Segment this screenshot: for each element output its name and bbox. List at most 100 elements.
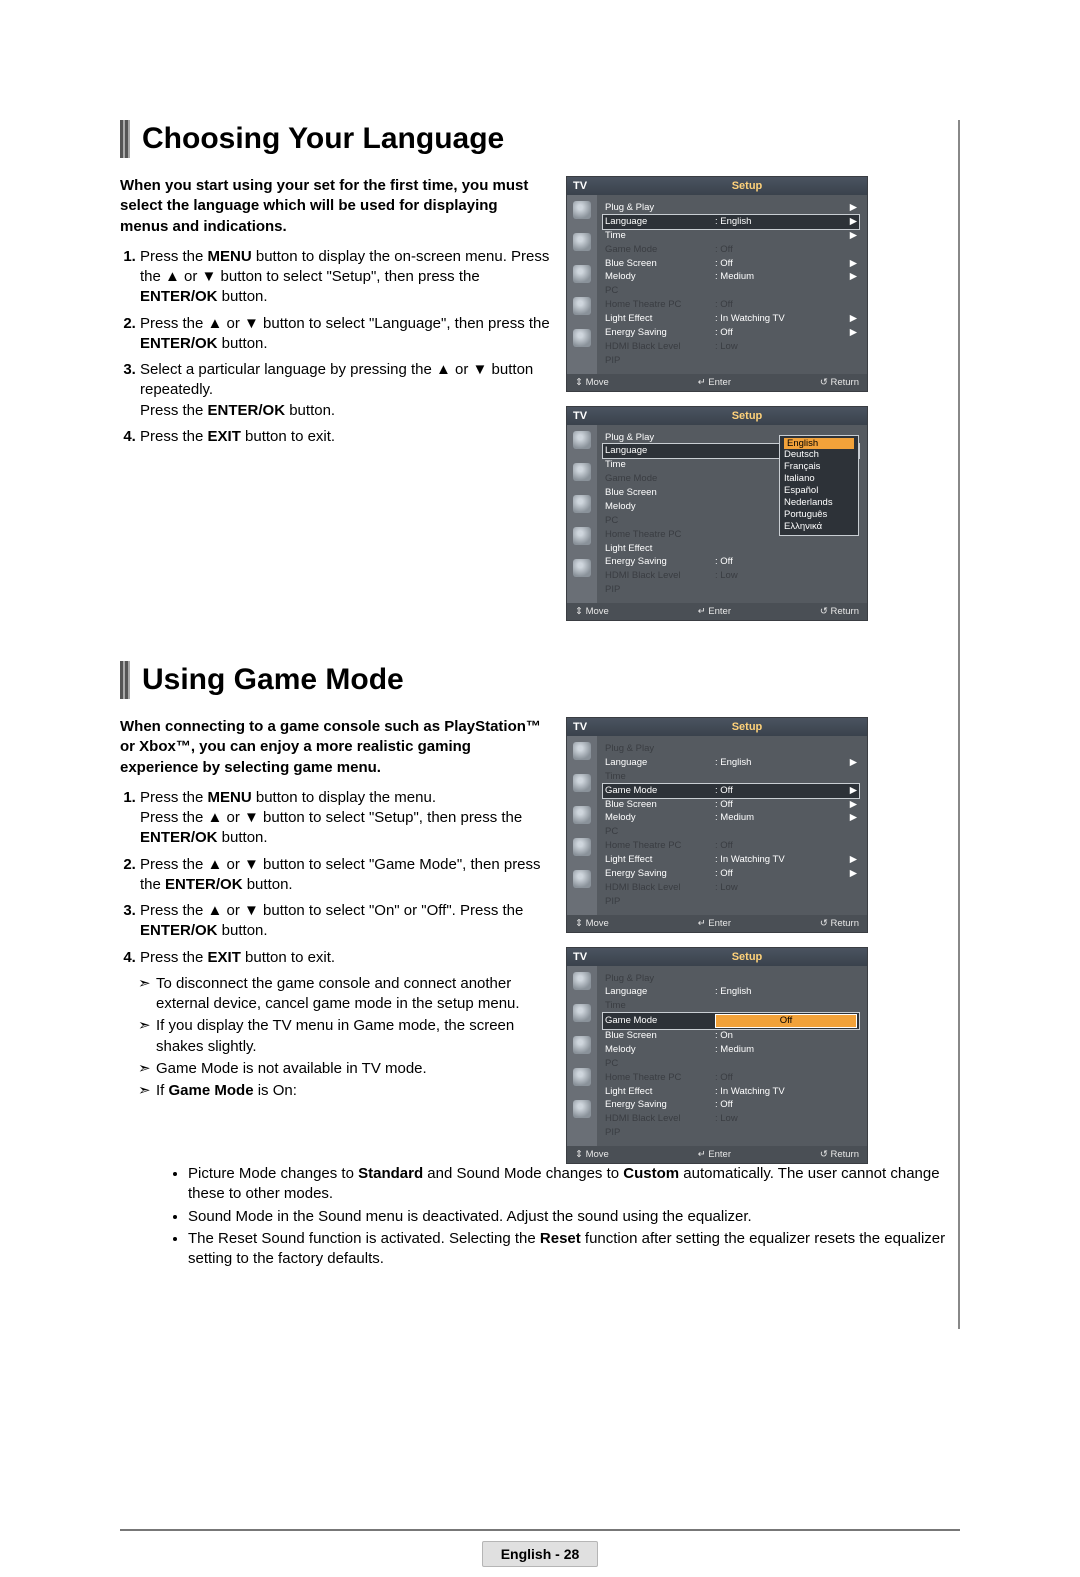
osd-row-value: : Medium (715, 271, 850, 283)
osd-row-value: : Off (715, 327, 850, 339)
osd-category-icons (567, 195, 597, 374)
osd-row-label: Language (605, 757, 715, 769)
osd-row: Light Effect (603, 542, 859, 556)
osd-row-label: PC (605, 826, 715, 838)
osd-row-label: Plug & Play (605, 202, 715, 214)
osd-row: PC (603, 284, 859, 298)
osd-row: Light Effect: In Watching TV▶ (603, 312, 859, 326)
osd-row: Game ModeOff (603, 1013, 859, 1029)
osd-row-label: HDMI Black Level (605, 570, 715, 582)
osd-footer-return: Return (830, 1149, 859, 1160)
osd-row: HDMI Black Level: Low (603, 881, 859, 895)
osd-row-label: Light Effect (605, 854, 715, 866)
section2-steps: Press the MENU button to display the men… (120, 788, 550, 968)
osd-setup-language-popup: TV Setup Plug (566, 406, 868, 622)
section1-steps: Press the MENU button to display the on-… (120, 247, 550, 447)
osd-row: PIP (603, 354, 859, 368)
osd-row-label: Home Theatre PC (605, 840, 715, 852)
osd-tv-label: TV (567, 177, 627, 195)
osd-category-icons (567, 966, 597, 1147)
osd-row: Energy Saving: Off (603, 1098, 859, 1112)
osd-row-label: Energy Saving (605, 556, 715, 568)
caret-icon: ▶ (850, 854, 857, 866)
osd-row: PIP (603, 895, 859, 909)
osd-tv-label: TV (567, 718, 627, 736)
step-item: Press the ▲ or ▼ button to select "On" o… (140, 901, 550, 942)
osd-category-icons (567, 736, 597, 915)
osd-row-label: Time (605, 771, 715, 783)
osd-row-value: : English (715, 757, 850, 769)
osd-icon (573, 265, 591, 283)
osd-row-value: : English (715, 216, 850, 228)
section2-heading: Using Game Mode (142, 663, 404, 697)
osd-row: PC (603, 1057, 859, 1071)
section-using-game-mode: Using Game Mode When connecting to a gam… (120, 661, 948, 1269)
osd-row: Melody: Medium▶ (603, 811, 859, 825)
osd-row-label: Energy Saving (605, 327, 715, 339)
section1-intro: When you start using your set for the fi… (120, 176, 550, 237)
osd-row-label: PC (605, 515, 715, 527)
osd-row-value: : In Watching TV (715, 313, 850, 325)
osd-row: PC (603, 825, 859, 839)
osd-footer-move: Move (586, 377, 609, 388)
osd-row-label: Energy Saving (605, 1099, 715, 1111)
osd-row: Home Theatre PC: Off (603, 298, 859, 312)
osd-row-label: Language (605, 216, 715, 228)
osd-icon (573, 806, 591, 824)
osd-row-value: : Off (715, 1099, 857, 1111)
osd-footer-enter: Enter (708, 606, 731, 617)
osd-footer-move: Move (586, 606, 609, 617)
osd-row: Energy Saving: Off▶ (603, 326, 859, 340)
osd-row: HDMI Black Level: Low (603, 569, 859, 583)
caret-icon: ▶ (850, 271, 857, 283)
osd-footer-move: Move (586, 1149, 609, 1160)
osd-row-value: : In Watching TV (715, 1086, 857, 1098)
osd-row-value: : Off (715, 785, 850, 797)
sub-bullet-item: Picture Mode changes to Standard and Sou… (188, 1164, 948, 1205)
caret-icon: ▶ (850, 327, 857, 339)
osd-row-value: : Off (715, 556, 857, 568)
osd-icon (573, 838, 591, 856)
osd-footer: ⇕ Move ↵ Enter ↺ Return (567, 603, 867, 620)
caret-icon: ▶ (850, 812, 857, 824)
osd-row-label: Blue Screen (605, 1030, 715, 1042)
osd-row-label: Language (605, 986, 715, 998)
osd-row: PIP (603, 1126, 859, 1140)
caret-icon: ▶ (850, 230, 857, 242)
osd-setup-language-highlight: TV Setup Plug & Play▶Language: (566, 176, 868, 392)
osd-icon (573, 559, 591, 577)
step-item: Press the MENU button to display the men… (140, 788, 550, 849)
osd-row: Language: English (603, 985, 859, 999)
osd-row-label: HDMI Black Level (605, 882, 715, 894)
osd-row-label: Game Mode (605, 785, 715, 797)
osd-row-label: Game Mode (605, 1015, 715, 1027)
section2-sub-bullets: Picture Mode changes to Standard and Sou… (182, 1164, 948, 1269)
osd-row-label: PIP (605, 896, 715, 908)
section-choosing-language: Choosing Your Language When you start us… (120, 120, 948, 621)
osd-row: Language: English▶ (603, 756, 859, 770)
osd-row-value: : In Watching TV (715, 854, 850, 866)
language-option: Nederlands (784, 497, 854, 509)
osd-title: Setup (627, 948, 867, 966)
sub-bullet-item: The Reset Sound function is activated. S… (188, 1229, 948, 1270)
caret-icon: ▶ (850, 202, 857, 214)
step-item: Press the ▲ or ▼ button to select "Langu… (140, 314, 550, 355)
osd-icon (573, 870, 591, 888)
caret-icon: ▶ (850, 799, 857, 811)
osd-footer-enter: Enter (708, 1149, 731, 1160)
osd-title: Setup (627, 718, 867, 736)
osd-row-label: HDMI Black Level (605, 1113, 715, 1125)
enter-icon: ↵ (698, 377, 706, 388)
osd-row-label: Melody (605, 812, 715, 824)
step-item: Press the EXIT button to exit. (140, 427, 550, 447)
osd-icon (573, 1036, 591, 1054)
osd-row-label: Home Theatre PC (605, 299, 715, 311)
osd-menu-list: Plug & PlayLanguage: EnglishTimeGame Mod… (597, 966, 867, 1147)
osd-title: Setup (627, 407, 867, 425)
caret-icon: ▶ (850, 216, 857, 228)
caret-icon: ▶ (850, 757, 857, 769)
osd-category-icons (567, 425, 597, 604)
return-icon: ↺ (820, 1149, 828, 1160)
osd-row-value: : Off (715, 840, 857, 852)
enter-icon: ↵ (698, 606, 706, 617)
